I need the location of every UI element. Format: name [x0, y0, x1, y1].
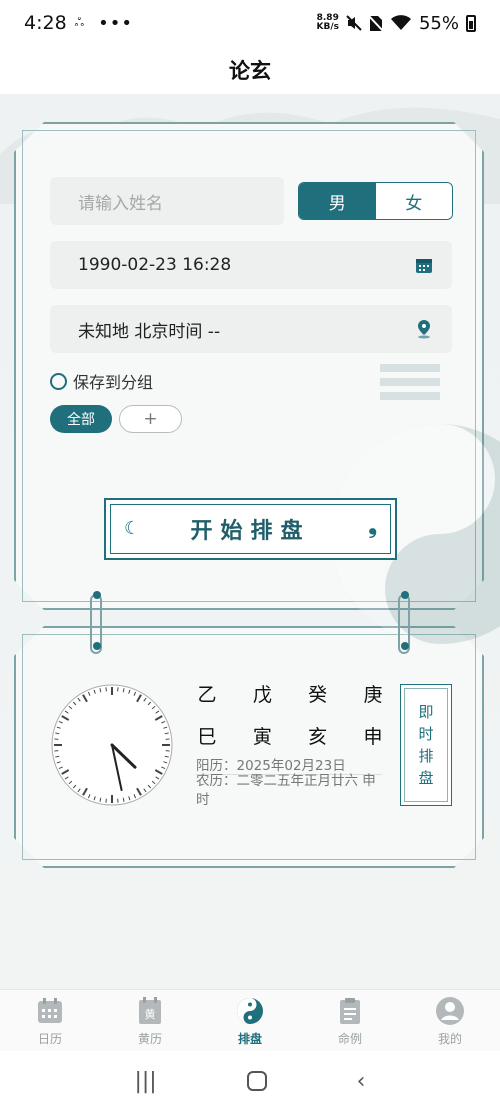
clipboard-icon	[340, 998, 360, 1024]
svg-text:黄: 黄	[145, 1007, 156, 1021]
user-icon	[436, 997, 464, 1025]
lunar-date: 农历：二零二五年正月廿六 申时	[196, 773, 376, 808]
app-notification-icon: ஃ	[74, 15, 85, 29]
hook-right-top-dot	[401, 591, 409, 599]
tab-calendar-label: 日历	[37, 1032, 62, 1046]
back-icon[interactable]: ‹	[357, 1069, 366, 1094]
group-all-chip[interactable]: 全部	[50, 405, 112, 433]
stem-day: 癸	[308, 684, 328, 706]
start-chart-button[interactable]: ☾ 开始排盘 ❟	[104, 498, 397, 560]
datetime-field[interactable]: 1990-02-23 16:28	[50, 241, 452, 289]
wifi-icon	[390, 15, 411, 30]
branch-year: 巳	[197, 726, 217, 748]
stem-hour: 庚	[363, 684, 383, 706]
moon-left-icon: ☾	[124, 518, 141, 539]
status-time: 4:28	[24, 12, 67, 34]
location-pin-icon[interactable]	[414, 319, 434, 339]
datetime-value: 1990-02-23 16:28	[78, 255, 232, 275]
instant-char-2: 时	[418, 725, 434, 743]
branch-month: 寅	[252, 726, 272, 748]
stem-month: 戊	[252, 684, 272, 706]
battery-icon	[466, 14, 476, 32]
system-nav-bar: ||| ‹	[0, 1051, 500, 1111]
tab-almanac[interactable]: 黄 黄历	[100, 990, 200, 1051]
location-value: 未知地 北京时间 --	[78, 321, 221, 342]
moon-right-icon: ❟	[368, 514, 377, 539]
instant-char-3: 排	[418, 747, 434, 765]
hook-left-bottom-dot	[93, 642, 101, 650]
page-title: 论玄	[229, 59, 271, 83]
save-radio[interactable]	[50, 372, 67, 390]
tab-cases[interactable]: 命例	[300, 990, 400, 1051]
calendar-icon[interactable]	[414, 255, 434, 275]
location-field[interactable]: 未知地 北京时间 --	[50, 305, 452, 353]
instant-chart-button[interactable]: 即 时 排 盘	[400, 684, 452, 806]
save-to-group-option[interactable]: 保存到分组	[50, 369, 153, 393]
branch-hour: 申	[363, 726, 383, 748]
gender-female-option[interactable]: 女	[375, 183, 452, 219]
add-group-button[interactable]: +	[119, 405, 182, 433]
yinyang-icon	[237, 998, 263, 1024]
hook-left-top-dot	[93, 591, 101, 599]
no-sim-icon	[368, 14, 383, 32]
save-label: 保存到分组	[73, 373, 154, 392]
instant-char-1: 即	[418, 703, 434, 721]
tab-me[interactable]: 我的	[400, 990, 500, 1051]
recent-apps-icon[interactable]: |||	[134, 1069, 156, 1094]
status-bar: 4:28 ஃ ••• 8.89 KB/s 55%	[0, 0, 500, 46]
gender-toggle: 男 女	[298, 182, 453, 220]
almanac-icon: 黄	[139, 997, 161, 1024]
tab-cases-label: 命例	[337, 1032, 362, 1046]
instant-char-4: 盘	[418, 769, 434, 787]
bottom-tab-bar: 日历 黄 黄历 排盘 命例 我的	[0, 989, 500, 1051]
net-speed: 8.89 KB/s	[316, 13, 339, 32]
tab-chart-label: 排盘	[237, 1032, 262, 1046]
more-notifications-icon: •••	[98, 12, 133, 34]
analog-clock	[51, 684, 173, 806]
heavenly-stems: 乙 戊 癸 庚	[195, 680, 385, 707]
solar-date: 阳历：2025年02月23日	[196, 758, 346, 774]
hook-right-bottom-dot	[401, 642, 409, 650]
calendar-icon	[38, 998, 62, 1023]
tab-me-label: 我的	[437, 1032, 462, 1046]
battery-percent: 55%	[418, 12, 459, 34]
stem-year: 乙	[197, 684, 217, 706]
tab-chart[interactable]: 排盘	[200, 990, 300, 1051]
home-icon[interactable]	[246, 1070, 268, 1092]
name-input[interactable]: 请输入姓名	[50, 177, 284, 225]
tab-calendar[interactable]: 日历	[0, 990, 100, 1051]
start-chart-label: 开始排盘	[190, 519, 311, 544]
mute-icon	[346, 15, 362, 31]
branch-day: 亥	[308, 726, 328, 748]
gender-male-option[interactable]: 男	[299, 183, 376, 219]
tab-almanac-label: 黄历	[137, 1032, 162, 1046]
earthly-branches: 巳 寅 亥 申	[195, 722, 385, 749]
